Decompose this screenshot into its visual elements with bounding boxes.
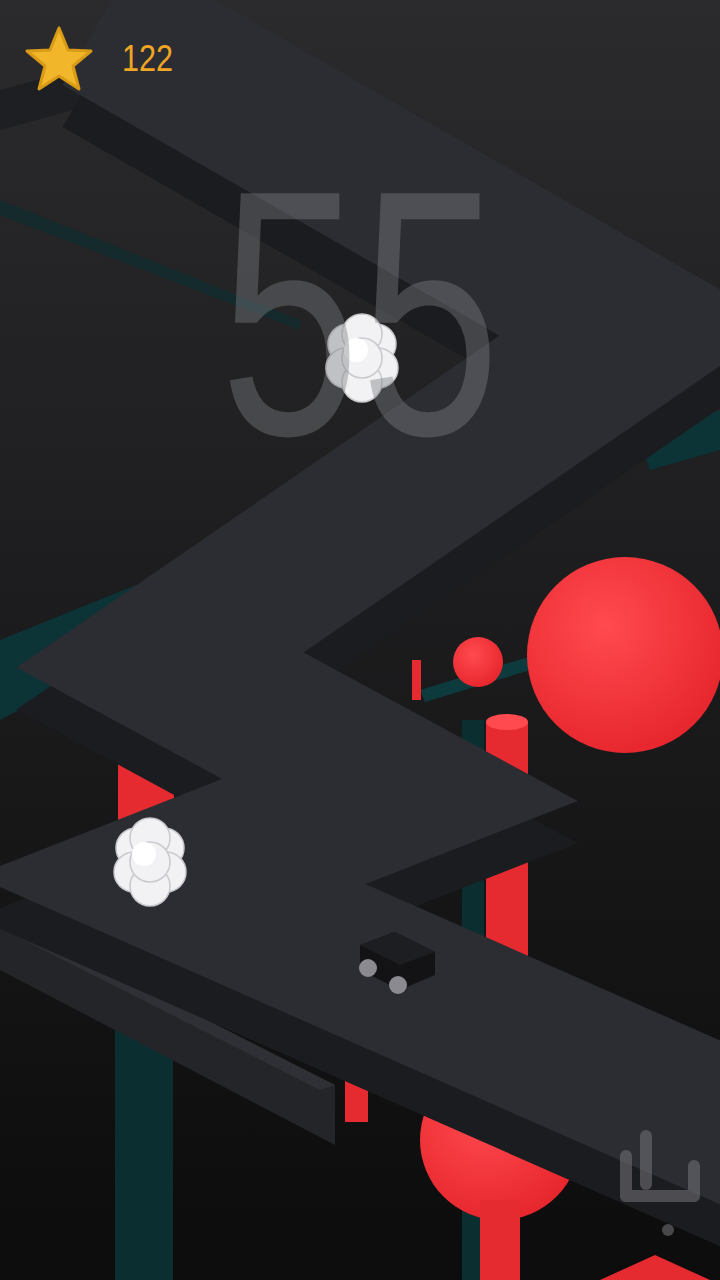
game-screen[interactable]: 122 55 [0,0,720,1280]
star-icon [24,24,94,94]
score: 55 [101,120,619,505]
cloud-gem-icon [114,818,186,906]
car-icon [359,932,435,994]
cloud-gem-icon [326,314,398,402]
store-logo-icon [620,1130,700,1236]
star-counter: 122 [24,24,182,94]
red-sphere [527,557,720,753]
star-count: 122 [122,37,173,80]
game-scene [0,0,720,1280]
zigzag-path [100,20,720,1182]
red-sphere [453,637,503,687]
